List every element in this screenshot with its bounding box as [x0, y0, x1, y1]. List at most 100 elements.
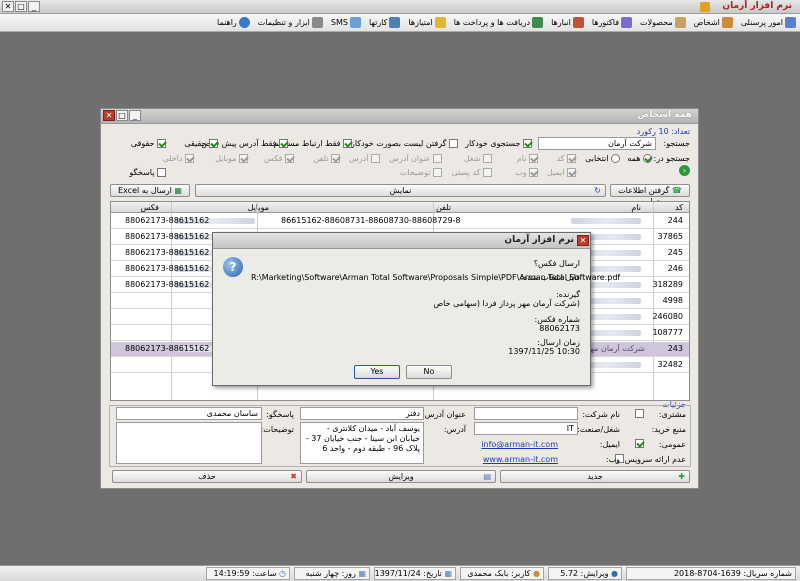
checkbox-icon: [285, 154, 294, 163]
money-icon: [532, 17, 544, 28]
description-field[interactable]: [116, 422, 262, 464]
radio-all[interactable]: همه: [627, 154, 652, 163]
minimize-icon[interactable]: _: [28, 1, 40, 12]
header-fax[interactable]: فکس: [141, 203, 159, 212]
field-internal[interactable]: داخلی: [162, 154, 194, 163]
auto-list-checkbox[interactable]: گرفتن لیست بصورت خودکار: [351, 139, 458, 148]
field-email[interactable]: ایمیل: [547, 168, 576, 177]
dialog-close-icon[interactable]: ✕: [577, 235, 589, 246]
window-maximize-icon[interactable]: □: [116, 110, 128, 121]
cell-fax: 88062173-88615162: [125, 280, 210, 289]
field-responder[interactable]: پاسخگو: [129, 168, 166, 177]
dialog-fax-number: 88062173: [539, 324, 580, 333]
field-job[interactable]: شغل: [464, 154, 492, 163]
real-person-checkbox[interactable]: حقیقی: [184, 139, 218, 148]
checkbox-icon: [567, 154, 576, 163]
close-icon[interactable]: ✕: [2, 1, 14, 12]
field-code[interactable]: کد: [556, 154, 576, 163]
cell-code: 246: [667, 264, 683, 273]
table-header: کد نام تلفن موبایل فکس: [111, 202, 689, 213]
search-in-label: جستجو در:: [653, 154, 690, 163]
header-mobile[interactable]: موبایل: [248, 203, 269, 212]
checkbox-icon: [449, 139, 458, 148]
warehouse-icon: [572, 17, 584, 28]
header-code[interactable]: کد: [675, 203, 683, 212]
field-name[interactable]: نام: [517, 154, 538, 163]
customer-checkbox[interactable]: [635, 409, 644, 418]
show-button[interactable]: نمایش ↻: [195, 184, 606, 197]
cell-phone: 86615162-88608731-88608730-88608729-8821…: [281, 216, 461, 225]
sms-icon: [349, 17, 361, 28]
delete-icon: ✖: [290, 472, 297, 481]
responder-field[interactable]: ساسان محمدی: [116, 407, 262, 420]
legal-person-checkbox[interactable]: حقوقی: [131, 139, 166, 148]
radio-selective[interactable]: انتخابی: [585, 154, 620, 163]
header-name[interactable]: نام: [631, 203, 641, 212]
field-address-title[interactable]: عنوان آدرس: [389, 154, 442, 163]
field-fax[interactable]: فکس: [264, 154, 294, 163]
person-icon: [721, 17, 733, 28]
web-label: وب:: [605, 455, 620, 464]
checkbox-icon: [433, 168, 442, 177]
web-link[interactable]: www.arman-it.com: [483, 455, 558, 464]
window-minimize-icon[interactable]: _: [129, 110, 141, 121]
cell-fax: 88062173-88615162: [125, 344, 210, 353]
checkbox-icon: [331, 154, 340, 163]
address-title-field[interactable]: دفتر: [300, 407, 424, 420]
menu-item-personnel[interactable]: امور پرسنلی: [741, 15, 796, 30]
address-field[interactable]: یوسف آباد - میدان کلانتری - خیابان ابن س…: [300, 422, 424, 464]
no-button[interactable]: No: [406, 365, 452, 379]
company-name-label: نام شرکت:: [582, 410, 620, 419]
maximize-icon[interactable]: □: [15, 1, 27, 12]
excel-icon: ▦: [174, 186, 182, 195]
menu-item-cards[interactable]: کارتها: [369, 15, 401, 30]
new-button[interactable]: جدید ✚: [500, 470, 690, 483]
field-postcode[interactable]: کد پستی: [451, 168, 492, 177]
menu-item-points[interactable]: امتیازها: [408, 15, 446, 30]
field-web[interactable]: وب: [515, 168, 538, 177]
general-label: عمومی:: [658, 440, 686, 449]
checkbox-icon: [635, 439, 644, 448]
menu-item-products[interactable]: محصولات: [640, 15, 686, 30]
field-description[interactable]: توضیحات: [400, 168, 442, 177]
delete-button[interactable]: حذف ✖: [112, 470, 302, 483]
dialog-fax-label: شماره فکس:: [534, 315, 581, 324]
menu-item-help[interactable]: راهنما: [217, 15, 250, 30]
window-close-icon[interactable]: ✕: [103, 110, 115, 121]
record-count: تعداد: 10 رکورد: [636, 127, 690, 136]
search-input[interactable]: شرکت آرمان: [538, 137, 656, 150]
table-row[interactable]: 244 86615162-88608731-88608730-88608729-…: [111, 214, 689, 229]
tools-icon: [311, 17, 323, 28]
menu-item-invoices[interactable]: فاکتورها: [592, 15, 633, 30]
dialog-file-path: R:\Marketing\Software\Arman Total Softwa…: [251, 273, 621, 282]
address-title-label: عنوان آدرس:: [421, 410, 466, 419]
window-title: همه اشخاص: [637, 110, 692, 120]
menu-item-persons[interactable]: اشخاص: [694, 15, 733, 30]
card-icon: [389, 17, 401, 28]
field-phone[interactable]: تلفن: [313, 154, 340, 163]
auto-search-checkbox[interactable]: جستجوی خودکار: [465, 139, 532, 148]
email-link[interactable]: info@arman-it.com: [481, 440, 558, 449]
dialog-titlebar: ✕ نرم افزار آرمان: [213, 233, 590, 249]
status-day: ▦ روز: چهار شنبه: [294, 567, 370, 580]
people-icon: [785, 17, 796, 28]
checkbox-icon: [239, 154, 248, 163]
go-icon[interactable]: ›: [679, 165, 690, 176]
field-mobile[interactable]: موبایل: [215, 154, 248, 163]
menu-item-payments[interactable]: دریافت ها و پرداخت ها: [454, 15, 544, 30]
general-checkbox[interactable]: [635, 439, 644, 448]
menu-item-warehouses[interactable]: انبارها: [551, 15, 584, 30]
header-phone[interactable]: تلفن: [436, 203, 451, 212]
excel-button[interactable]: ▦ ارسال به Excel: [110, 184, 190, 197]
checkbox-icon: [343, 139, 352, 148]
menu-item-tools[interactable]: ابزار و تنظیمات: [258, 15, 323, 30]
job-field[interactable]: IT: [474, 422, 578, 435]
company-name-field[interactable]: [474, 407, 578, 420]
field-address[interactable]: آدرس: [349, 154, 380, 163]
get-contacts-button[interactable]: ☎ گرفتن اطلاعات تماس: [610, 184, 690, 206]
yes-button[interactable]: Yes: [354, 365, 400, 379]
menu-item-sms[interactable]: SMS: [331, 15, 361, 30]
checkbox-icon: [635, 409, 644, 418]
edit-button[interactable]: ویرایش ▤: [306, 470, 496, 483]
checkbox-icon: [157, 139, 166, 148]
